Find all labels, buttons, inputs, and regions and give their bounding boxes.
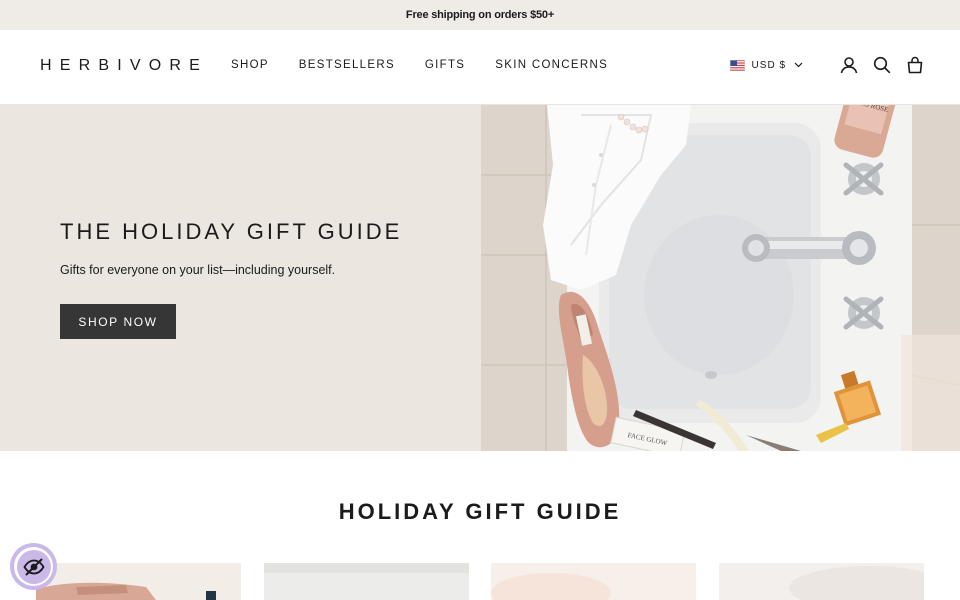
accessibility-button[interactable] [10,543,57,590]
brand-logo[interactable]: HERBIVORE [40,57,208,75]
product-image [719,563,924,600]
product-image [264,563,469,600]
product-card[interactable] [719,563,924,600]
product-image [491,563,696,600]
product-card[interactable] [36,563,241,600]
eye-slash-icon [22,557,45,576]
hero-image: COCO ROSE FACE GLOW [481,105,960,451]
cart-icon[interactable] [906,56,924,74]
gift-guide-grid [36,563,924,600]
accessibility-core [16,549,51,584]
shop-now-button[interactable]: SHOP NOW [60,304,176,339]
nav-item-shop[interactable]: SHOP [231,59,269,71]
us-flag-icon [729,59,745,71]
site-header: HERBIVORE SHOP BESTSELLERS GIFTS SKIN CO… [0,30,960,105]
product-image [36,563,241,600]
hero-subtitle: Gifts for everyone on your list—includin… [60,263,336,277]
hero-banner: THE HOLIDAY GIFT GUIDE Gifts for everyon… [0,105,960,451]
nav-item-gifts[interactable]: GIFTS [425,59,465,71]
header-actions: USD $ [729,56,924,74]
hero-title: THE HOLIDAY GIFT GUIDE [60,219,403,244]
chevron-down-icon [794,62,803,68]
nav-item-bestsellers[interactable]: BESTSELLERS [299,59,395,71]
product-card[interactable] [491,563,696,600]
announcement-bar: Free shipping on orders $50+ [0,0,960,30]
nav-item-skin-concerns[interactable]: SKIN CONCERNS [495,59,608,71]
search-icon[interactable] [873,56,891,74]
product-card[interactable] [264,563,469,600]
section-title: HOLIDAY GIFT GUIDE [338,499,622,524]
announcement-text: Free shipping on orders $50+ [405,9,555,21]
accessibility-ring [14,547,53,586]
currency-label: USD $ [751,59,786,71]
main-nav: SHOP BESTSELLERS GIFTS SKIN CONCERNS [231,59,608,71]
currency-selector[interactable]: USD $ [729,59,803,71]
account-icon[interactable] [840,56,858,74]
